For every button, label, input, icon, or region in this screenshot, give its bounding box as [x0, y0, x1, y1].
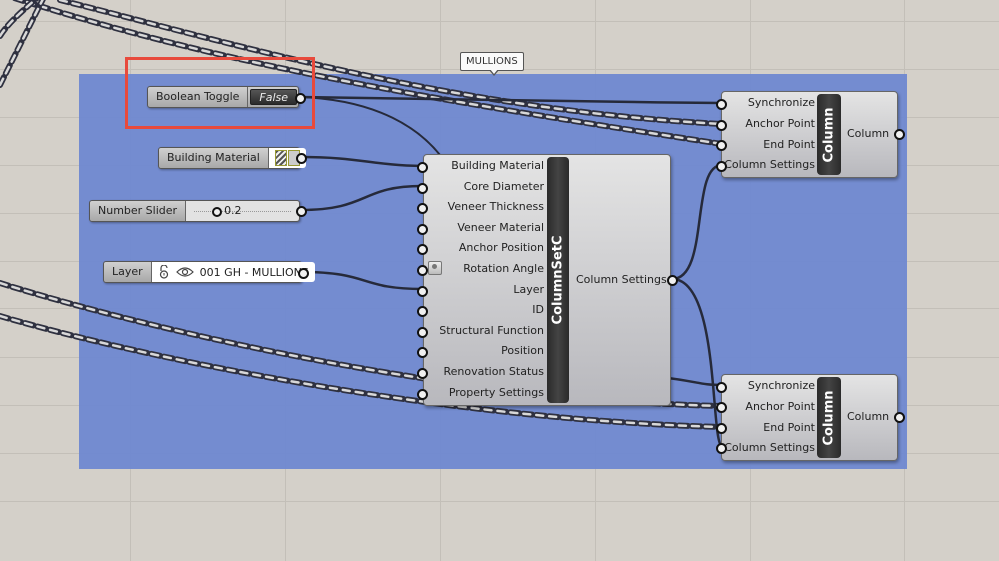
- input-label: End Point: [763, 138, 815, 151]
- column-component[interactable]: Column Synchronize Anchor Point End Poin…: [721, 91, 898, 178]
- output-port[interactable]: [296, 206, 307, 217]
- layer-param[interactable]: Layer 001 GH - MULLIONS: [103, 261, 315, 283]
- input-port[interactable]: [417, 265, 428, 276]
- output-label: Column: [847, 410, 890, 423]
- slider-value: 0.2: [224, 204, 242, 217]
- input-label: Synchronize: [747, 96, 815, 109]
- output-port[interactable]: [296, 153, 307, 164]
- input-port[interactable]: [716, 423, 727, 434]
- input-label: Column Settings: [724, 441, 815, 454]
- input-port[interactable]: [417, 162, 428, 173]
- input-port[interactable]: [716, 99, 727, 110]
- input-port[interactable]: [417, 368, 428, 379]
- component-name-bar[interactable]: Column: [817, 94, 841, 175]
- output-port[interactable]: [667, 275, 678, 286]
- input-label: Layer: [513, 282, 544, 296]
- slider-track[interactable]: 0.2: [186, 201, 299, 221]
- building-material-param[interactable]: Building Material: [158, 147, 306, 169]
- input-label: Structural Function: [439, 323, 544, 337]
- unlock-icon[interactable]: [158, 265, 170, 279]
- grid-line: [0, 501, 999, 502]
- input-label: Anchor Point: [745, 400, 815, 413]
- building-material-label: Building Material: [159, 148, 269, 168]
- input-label: Column Settings: [724, 158, 815, 171]
- input-port[interactable]: [716, 120, 727, 131]
- input-port[interactable]: [417, 223, 428, 235]
- input-label: Synchronize: [747, 379, 815, 392]
- component-name: ColumnSetC: [550, 235, 566, 325]
- input-port[interactable]: [417, 326, 428, 338]
- output-label: Column Settings: [576, 273, 667, 286]
- input-label: Veneer Thickness: [447, 200, 544, 214]
- layer-value: 001 GH - MULLIONS: [199, 265, 309, 279]
- number-slider-label: Number Slider: [90, 201, 187, 221]
- input-label: Core Diameter: [463, 179, 544, 193]
- input-port[interactable]: [716, 161, 727, 172]
- input-port[interactable]: [417, 182, 428, 194]
- component-name: Column: [821, 107, 837, 162]
- eye-icon[interactable]: [175, 266, 194, 278]
- input-label: Position: [501, 344, 544, 358]
- slider-knob[interactable]: [212, 207, 223, 217]
- input-label: ID: [532, 303, 544, 317]
- input-label: Veneer Material: [457, 220, 544, 234]
- input-port[interactable]: [716, 140, 727, 151]
- input-label: Renovation Status: [443, 365, 545, 378]
- grid-line: [0, 21, 999, 22]
- input-label: Anchor Position: [458, 241, 544, 255]
- input-port[interactable]: [716, 382, 727, 393]
- group-label: MULLIONS: [460, 52, 524, 76]
- highlight-box: [125, 57, 315, 129]
- column-set-component[interactable]: ColumnSetC Building Material Core Diamete…: [423, 154, 671, 406]
- input-label: Property Settings: [448, 385, 544, 399]
- rotation-angle-indicator-icon: [428, 261, 442, 275]
- input-port[interactable]: [716, 443, 727, 454]
- layer-value-field[interactable]: 001 GH - MULLIONS: [151, 262, 315, 282]
- component-name-bar[interactable]: ColumnSetC: [547, 157, 569, 403]
- output-port[interactable]: [894, 412, 905, 423]
- input-label: Building Material: [451, 159, 544, 172]
- input-port[interactable]: [716, 402, 727, 413]
- output-port[interactable]: [894, 129, 905, 140]
- output-label: Column: [847, 127, 890, 140]
- number-slider[interactable]: Number Slider 0.2: [89, 200, 300, 222]
- output-port[interactable]: [298, 268, 309, 279]
- component-name: Column: [821, 390, 837, 445]
- input-label: Rotation Angle: [463, 262, 544, 275]
- layer-label: Layer: [104, 262, 152, 282]
- component-name-bar[interactable]: Column: [817, 377, 841, 458]
- column-component[interactable]: Column Synchronize Anchor Point End Poin…: [721, 374, 898, 461]
- input-label: End Point: [763, 421, 815, 434]
- input-port[interactable]: [417, 285, 428, 297]
- input-label: Anchor Point: [745, 117, 815, 130]
- input-port[interactable]: [417, 388, 428, 400]
